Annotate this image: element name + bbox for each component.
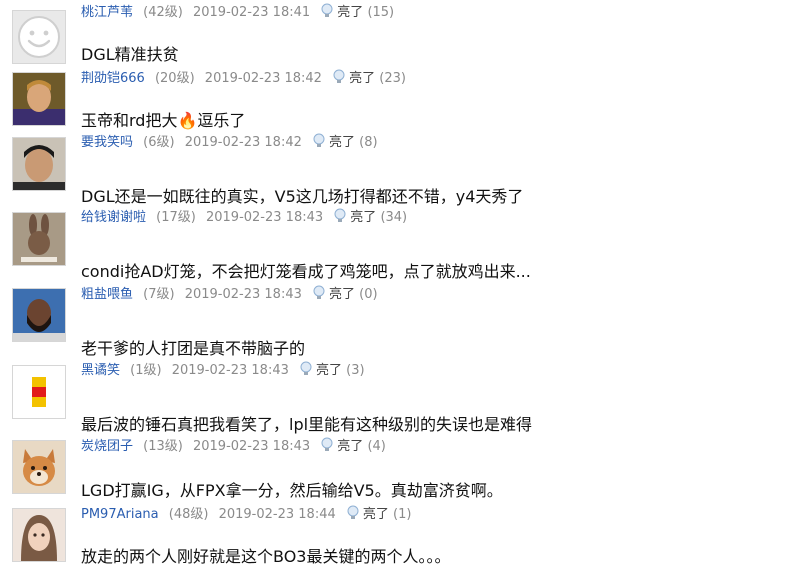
comment-text: 老干爹的人打团是真不带脑子的 (81, 339, 306, 358)
like-label: 亮了 (316, 363, 343, 378)
lightbulb-icon (320, 437, 334, 453)
like-button[interactable]: 亮了 (3) (299, 361, 365, 378)
like-label: 亮了 (350, 210, 377, 225)
user-level: (20级) (154, 71, 195, 86)
like-count: (1) (393, 507, 412, 522)
comment-meta: 荆劭铠666 (20级) 2019-02-23 18:42 亮了 (23) (81, 69, 406, 89)
comment-text: 最后波的锤石真把我看笑了，lpl里能有这种级别的失误也是难得 (81, 415, 533, 434)
avatar[interactable] (12, 137, 66, 191)
avatar[interactable] (12, 508, 66, 562)
avatar[interactable] (12, 10, 66, 64)
lightbulb-icon (332, 69, 346, 85)
comment-time: 2019-02-23 18:41 (192, 5, 311, 20)
like-count: (3) (346, 363, 365, 378)
username-link[interactable]: 粗盐喂鱼 (81, 287, 133, 302)
like-count: (23) (379, 71, 406, 86)
lightbulb-icon (312, 133, 326, 149)
comment-time: 2019-02-23 18:43 (184, 287, 302, 302)
comment-meta: 粗盐喂鱼 (7级) 2019-02-23 18:43 亮了 (0) (81, 285, 378, 305)
like-button[interactable]: 亮了 (15) (320, 3, 395, 20)
comment-text: DGL还是一如既往的真实，V5这几场打得都还不错，y4天秀了 (81, 187, 524, 206)
like-button[interactable]: 亮了 (0) (312, 285, 378, 302)
like-count: (0) (359, 287, 378, 302)
flag-avatar-icon (32, 377, 46, 407)
user-level: (13级) (143, 439, 183, 454)
like-label: 亮了 (329, 287, 356, 302)
avatar[interactable] (12, 365, 66, 419)
comment-text: 玉帝和rd把大🔥逗乐了 (81, 111, 246, 130)
username-link[interactable]: 黑谲笑 (81, 363, 120, 378)
lightbulb-icon (346, 505, 360, 521)
comment-meta: PM97Ariana (48级) 2019-02-23 18:44 亮了 (1) (81, 505, 411, 525)
comment-text: LGD打赢IG，从FPX拿一分，然后输给V5。真劫富济贫啊。 (81, 481, 503, 500)
user-level: (17级) (156, 210, 196, 225)
rabbit-avatar-icon (13, 213, 65, 265)
like-label: 亮了 (337, 439, 364, 454)
username-link[interactable]: PM97Ariana (81, 507, 159, 522)
comment-meta: 要我笑吗 (6级) 2019-02-23 18:42 亮了 (8) (81, 133, 378, 153)
user-level: (1级) (130, 363, 162, 378)
footballer-avatar-icon (13, 73, 65, 125)
like-count: (4) (367, 439, 386, 454)
username-link[interactable]: 荆劭铠666 (81, 71, 145, 86)
lightbulb-icon (333, 208, 347, 224)
user-level: (48级) (168, 507, 209, 522)
comment-meta: 黑谲笑 (1级) 2019-02-23 18:43 亮了 (3) (81, 361, 365, 381)
comment-time: 2019-02-23 18:44 (218, 507, 336, 522)
comment-text: DGL精准扶贫 (81, 45, 179, 64)
like-button[interactable]: 亮了 (8) (312, 133, 378, 150)
avatar[interactable] (12, 440, 66, 494)
lightbulb-icon (312, 285, 326, 301)
user-level: (42级) (143, 5, 183, 20)
comment-meta: 炭烧团子 (13级) 2019-02-23 18:43 亮了 (4) (81, 437, 386, 457)
comment-time: 2019-02-23 18:43 (205, 210, 324, 225)
comment-time: 2019-02-23 18:42 (204, 71, 322, 86)
like-label: 亮了 (329, 135, 356, 150)
avatar[interactable] (12, 72, 66, 126)
bearded-man-avatar-icon (13, 289, 65, 341)
default-avatar-icon (18, 16, 60, 58)
girl-avatar-icon (13, 509, 65, 561)
user-level: (6级) (143, 135, 175, 150)
username-link[interactable]: 炭烧团子 (81, 439, 133, 454)
like-button[interactable]: 亮了 (23) (332, 69, 406, 86)
avatar[interactable] (12, 288, 66, 342)
like-count: (34) (380, 210, 408, 225)
username-link[interactable]: 给钱谢谢啦 (81, 210, 146, 225)
comment-text: condi抢AD灯笼，不会把灯笼看成了鸡笼吧，点了就放鸡出来... (81, 262, 531, 281)
comment-time: 2019-02-23 18:42 (184, 135, 302, 150)
lightbulb-icon (299, 361, 313, 377)
shiba-dog-avatar-icon (13, 441, 65, 493)
comment-meta: 给钱谢谢啦 (17级) 2019-02-23 18:43 亮了 (34) (81, 208, 407, 228)
like-count: (15) (367, 5, 395, 20)
like-label: 亮了 (337, 5, 364, 20)
comment-time: 2019-02-23 18:43 (171, 363, 289, 378)
user-level: (7级) (143, 287, 175, 302)
like-label: 亮了 (362, 507, 389, 522)
like-count: (8) (359, 135, 378, 150)
man-avatar-icon (13, 138, 65, 190)
comment-meta: 桃江芦苇 (42级) 2019-02-23 18:41 亮了 (15) (81, 3, 394, 23)
like-button[interactable]: 亮了 (34) (333, 208, 408, 225)
like-button[interactable]: 亮了 (1) (346, 505, 412, 522)
comment-time: 2019-02-23 18:43 (192, 439, 311, 454)
comment-text: 放走的两个人刚好就是这个BO3最关键的两个人。。。 (81, 547, 451, 566)
like-label: 亮了 (349, 71, 376, 86)
like-button[interactable]: 亮了 (4) (320, 437, 386, 454)
username-link[interactable]: 要我笑吗 (81, 135, 133, 150)
avatar[interactable] (12, 212, 66, 266)
lightbulb-icon (320, 3, 334, 19)
username-link[interactable]: 桃江芦苇 (81, 5, 133, 20)
